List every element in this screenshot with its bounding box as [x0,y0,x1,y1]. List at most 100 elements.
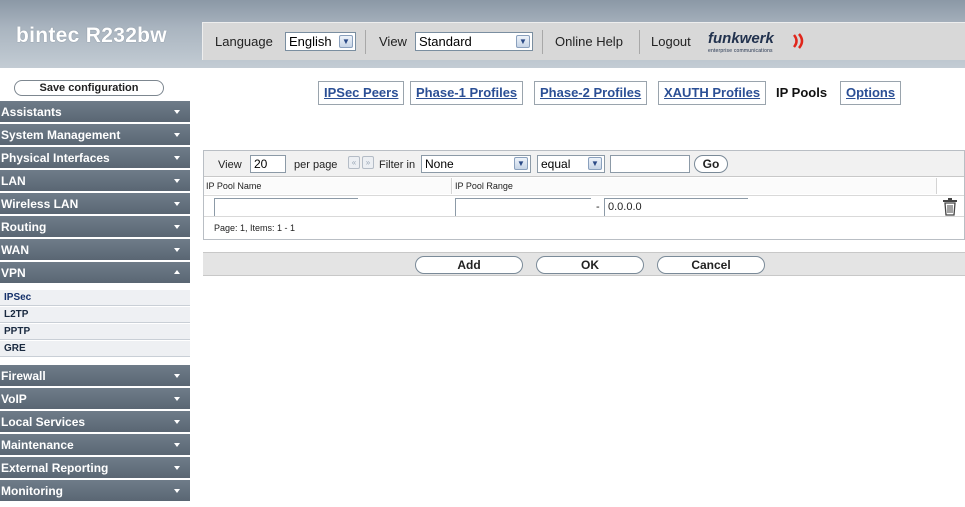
chevron-down-icon: ▼ [339,35,353,48]
operator-select[interactable]: equal ▼ [537,155,605,173]
tab-xauth-profiles[interactable]: XAUTH Profiles [658,81,767,105]
sidebar-item-label: WAN [1,243,29,257]
caret-down-icon [174,374,180,378]
view-value: Standard [419,34,472,49]
sidebar-item-monitoring[interactable]: Monitoring [0,480,190,502]
sidebar-item-label: LAN [1,174,26,188]
sidebar-item-maintenance[interactable]: Maintenance [0,434,190,456]
tab-options[interactable]: Options [840,81,902,105]
sidebar-item-label: Routing [1,220,47,234]
next-page-button[interactable]: » [362,156,374,169]
caret-down-icon [174,248,180,252]
toolbar-divider [365,30,366,54]
sidebar-item-voip[interactable]: VoIP [0,388,190,410]
sidebar-item-label: Firewall [1,369,46,383]
go-button[interactable]: Go [694,155,728,173]
ip-pool-range-end-input[interactable]: 0.0.0.0 [604,198,748,216]
view-select[interactable]: Standard ▼ [415,32,533,51]
sidebar-subitem-pptp[interactable]: PPTP [0,324,190,340]
sidebar-subitem-l2tp[interactable]: L2TP [0,307,190,323]
sidebar-item-label: VoIP [1,392,27,406]
tab-phase-2-profiles[interactable]: Phase-2 Profiles [534,81,648,105]
language-value: English [289,34,332,49]
filter-value-input[interactable] [610,155,690,173]
caret-down-icon [174,466,180,470]
filter-field-value: None [425,157,454,171]
top-toolbar: Language English ▼ View Standard ▼ Onlin… [202,22,965,60]
sidebar-item-wan[interactable]: WAN [0,239,190,261]
sidebar-item-wireless-lan[interactable]: Wireless LAN [0,193,190,215]
ip-pool-range-start-input[interactable] [455,198,591,216]
sidebar-item-system-management[interactable]: System Management [0,124,190,146]
caret-down-icon [174,443,180,447]
sidebar-item-label: External Reporting [1,461,109,475]
add-button[interactable]: Add [415,256,523,274]
chevron-down-icon: ▼ [588,157,602,170]
sidebar-item-external-reporting[interactable]: External Reporting [0,457,190,479]
caret-down-icon [174,110,180,114]
sidebar-item-routing[interactable]: Routing [0,216,190,238]
sidebar-item-vpn[interactable]: VPN [0,262,190,284]
trash-icon[interactable] [942,198,958,216]
view-count-input[interactable]: 20 [250,155,286,173]
table-row: - 0.0.0.0 [204,195,964,217]
ok-button[interactable]: OK [536,256,644,274]
logo-text: funkwerk [708,30,774,47]
chevron-down-icon: ▼ [516,35,530,48]
action-bar: Add OK Cancel [203,252,965,276]
sidebar-item-label: Maintenance [1,438,74,452]
toolbar-divider [639,30,640,54]
sidebar-item-assistants[interactable]: Assistants [0,101,190,123]
view-label: View [379,34,407,49]
sidebar: Save configuration Assistants System Man… [0,68,190,507]
online-help-link[interactable]: Online Help [555,34,623,49]
logout-link[interactable]: Logout [651,34,691,49]
pagination-info: Page: 1, Items: 1 - 1 [214,223,296,233]
sidebar-item-local-services[interactable]: Local Services [0,411,190,433]
logo-subtext: enterprise communications [708,48,773,54]
tab-ip-pools[interactable]: IP Pools [770,81,834,105]
ip-pools-panel: View 20 per page « » Filter in None ▼ eq… [203,150,965,240]
range-separator: - [596,201,600,213]
cancel-button[interactable]: Cancel [657,256,765,274]
filter-field-select[interactable]: None ▼ [421,155,531,173]
sidebar-subitem-ipsec[interactable]: IPSec [0,290,190,306]
language-select[interactable]: English ▼ [285,32,356,51]
brand-title: bintec R232bw [16,24,167,47]
sidebar-item-firewall[interactable]: Firewall [0,365,190,387]
caret-down-icon [174,420,180,424]
chevron-down-icon: ▼ [514,157,528,170]
sidebar-item-label: Monitoring [1,484,63,498]
sidebar-item-label: Physical Interfaces [1,151,110,165]
sidebar-item-physical-interfaces[interactable]: Physical Interfaces [0,147,190,169]
sidebar-item-label: Assistants [1,105,62,119]
filter-in-label: Filter in [379,159,416,171]
caret-up-icon [174,270,180,274]
save-configuration-button[interactable]: Save configuration [14,80,164,96]
filter-row: View 20 per page « » Filter in None ▼ eq… [204,151,964,177]
sidebar-item-lan[interactable]: LAN [0,170,190,192]
language-label: Language [215,34,273,49]
sidebar-item-label: Wireless LAN [1,197,79,211]
sidebar-item-label: System Management [1,128,121,142]
header: bintec R232bw Language English ▼ View St… [0,0,965,68]
app-window: bintec R232bw Language English ▼ View St… [0,0,965,507]
operator-value: equal [541,157,571,171]
previous-page-button[interactable]: « [348,156,360,169]
caret-down-icon [174,156,180,160]
sidebar-subitem-gre[interactable]: GRE [0,341,190,357]
tab-phase-1-profiles[interactable]: Phase-1 Profiles [410,81,524,105]
column-header-ip-pool-range: IP Pool Range [453,178,937,194]
funkwerk-logo: funkwerk enterprise communications [708,30,774,54]
ip-pool-name-input[interactable] [214,198,358,216]
caret-down-icon [174,133,180,137]
funkwerk-waves-icon [792,33,804,49]
per-page-label: per page [294,159,338,171]
view-count-label: View [218,159,242,171]
tab-ipsec-peers[interactable]: IPSec Peers [318,81,405,105]
caret-down-icon [174,397,180,401]
caret-down-icon [174,202,180,206]
caret-down-icon [174,489,180,493]
caret-down-icon [174,179,180,183]
sidebar-item-label: Local Services [1,415,86,429]
